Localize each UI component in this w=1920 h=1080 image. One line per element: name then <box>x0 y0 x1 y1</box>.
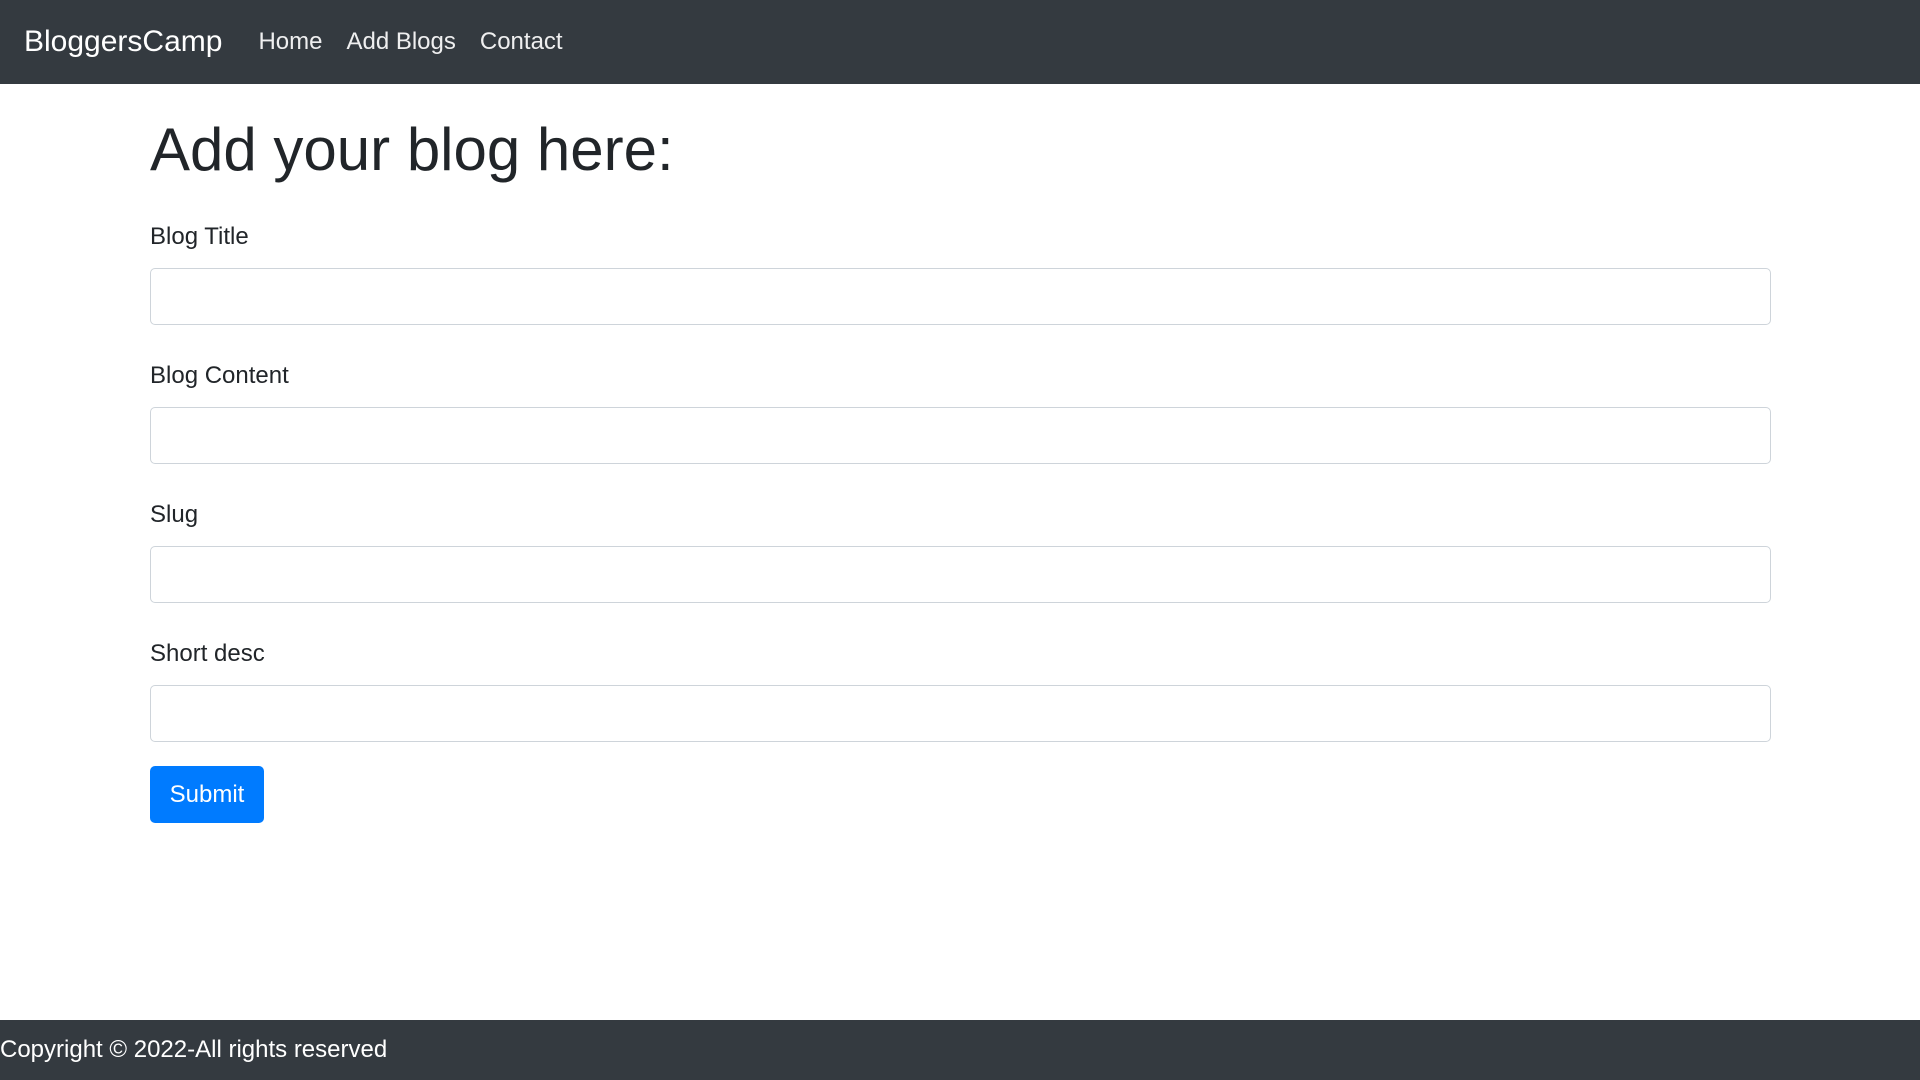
form-group-content: Blog Content <box>150 361 1771 464</box>
short-desc-input[interactable] <box>150 685 1771 742</box>
short-desc-label: Short desc <box>150 640 265 667</box>
blog-content-input[interactable] <box>150 407 1771 464</box>
blog-title-input[interactable] <box>150 268 1771 325</box>
add-blog-form: Blog Title Blog Content Slug Short desc … <box>150 222 1771 823</box>
brand-link[interactable]: BloggersCamp <box>24 25 222 59</box>
nav-link-contact[interactable]: Contact <box>480 28 563 56</box>
submit-button[interactable]: Submit <box>150 766 264 823</box>
page-title: Add your blog here: <box>150 116 674 183</box>
form-group-title: Blog Title <box>150 222 1771 325</box>
slug-input[interactable] <box>150 546 1771 603</box>
slug-label: Slug <box>150 501 199 528</box>
blog-content-label: Blog Content <box>150 362 289 389</box>
copyright-text: Copyright © 2022-All rights reserved <box>0 1036 388 1063</box>
form-group-short-desc: Short desc <box>150 639 1771 742</box>
nav-link-home[interactable]: Home <box>258 28 322 56</box>
form-group-slug: Slug <box>150 500 1771 603</box>
main-content: Add your blog here: Blog Title Blog Cont… <box>150 84 1771 823</box>
blog-title-label: Blog Title <box>150 223 249 250</box>
footer: Copyright © 2022-All rights reserved <box>0 1020 1920 1080</box>
nav-link-add-blogs[interactable]: Add Blogs <box>346 28 455 56</box>
navbar: BloggersCamp Home Add Blogs Contact <box>0 0 1920 84</box>
